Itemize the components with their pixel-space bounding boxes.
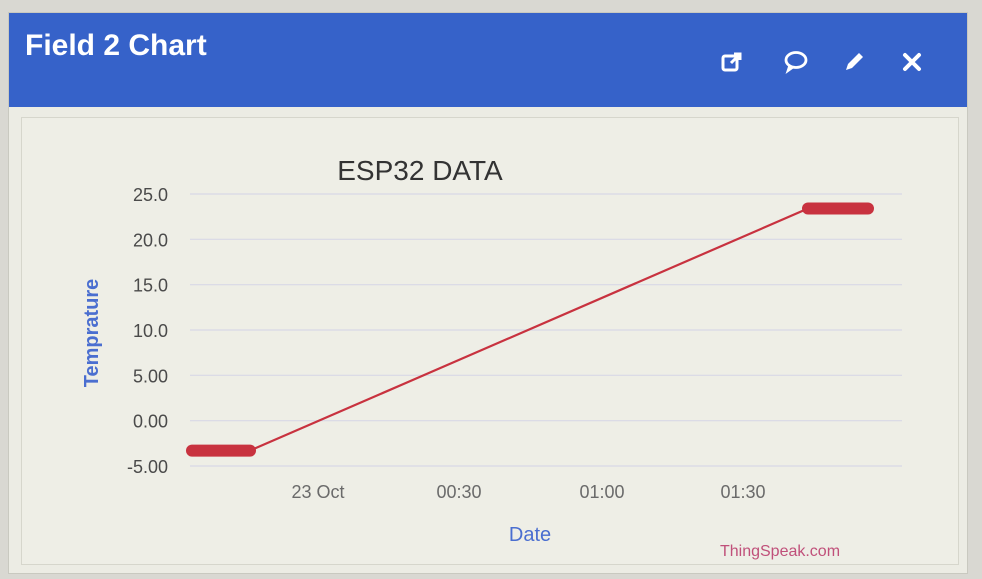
pencil-icon[interactable] bbox=[839, 47, 869, 77]
widget-title: Field 2 Chart bbox=[25, 29, 207, 62]
y-tick-label: 10.0 bbox=[133, 321, 168, 341]
chart-area: ESP32 DATA Temprature Date ThingSpeak.co… bbox=[21, 117, 959, 565]
x-tick-labels: 23 Oct 00:30 01:00 01:30 bbox=[291, 482, 765, 502]
chart-title: ESP32 DATA bbox=[337, 155, 503, 186]
thingspeak-credit[interactable]: ThingSpeak.com bbox=[720, 543, 840, 560]
external-link-icon[interactable] bbox=[717, 47, 747, 77]
x-tick-label: 23 Oct bbox=[291, 482, 344, 502]
comment-icon[interactable] bbox=[781, 47, 811, 77]
chart-grid bbox=[190, 193, 902, 467]
widget-header: Field 2 Chart bbox=[9, 13, 967, 107]
chart-svg: ESP32 DATA Temprature Date ThingSpeak.co… bbox=[81, 155, 902, 560]
y-tick-label: -5.00 bbox=[127, 457, 168, 477]
x-tick-label: 01:00 bbox=[579, 482, 624, 502]
y-tick-labels: 25.0 20.0 15.0 10.0 5.00 0.00 -5.00 bbox=[127, 185, 168, 477]
chart-widget: Field 2 Chart ESP32 DATA Temprature Date… bbox=[8, 12, 968, 574]
y-tick-label: 15.0 bbox=[133, 276, 168, 296]
close-icon[interactable] bbox=[897, 47, 927, 77]
x-tick-label: 01:30 bbox=[720, 482, 765, 502]
y-tick-label: 5.00 bbox=[133, 366, 168, 386]
y-axis-label: Temprature bbox=[81, 279, 103, 388]
y-tick-label: 0.00 bbox=[133, 412, 168, 432]
x-axis-label: Date bbox=[509, 524, 551, 546]
y-tick-label: 25.0 bbox=[133, 185, 168, 205]
y-tick-label: 20.0 bbox=[133, 230, 168, 250]
x-tick-label: 00:30 bbox=[436, 482, 481, 502]
